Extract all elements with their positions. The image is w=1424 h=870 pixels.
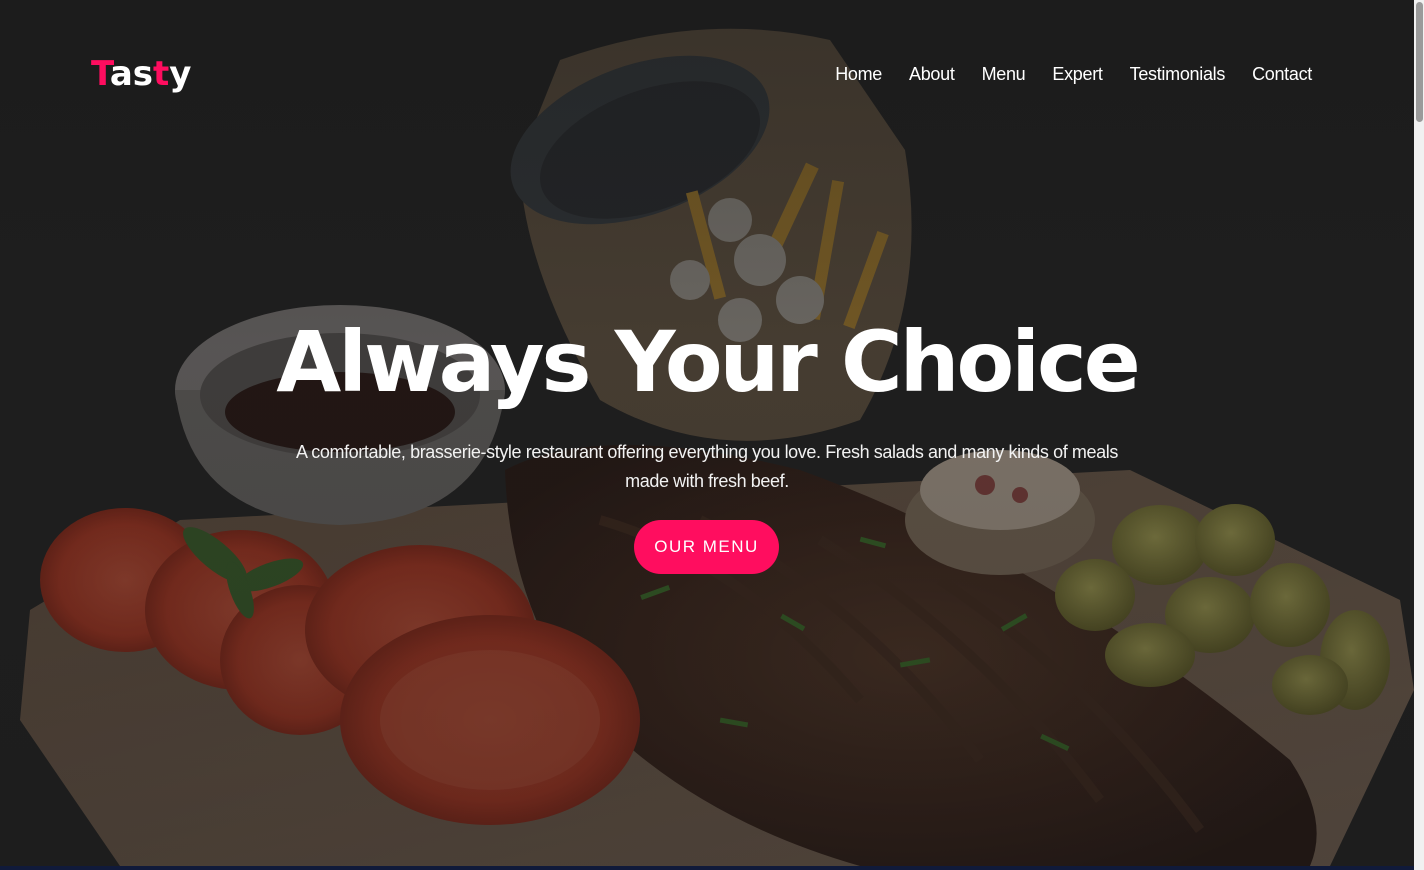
- scrollbar-thumb[interactable]: [1416, 2, 1423, 122]
- nav-item-menu[interactable]: Menu: [982, 64, 1026, 85]
- nav-item-expert[interactable]: Expert: [1052, 64, 1103, 85]
- logo-letter-t: T: [91, 54, 110, 94]
- our-menu-button[interactable]: OUR MENU: [634, 520, 779, 574]
- hero-section: Tasty Home About Menu Expert Testimonial…: [0, 0, 1414, 866]
- logo-letter-y: y: [169, 54, 192, 94]
- nav-item-testimonials[interactable]: Testimonials: [1130, 64, 1226, 85]
- nav-item-about[interactable]: About: [909, 64, 955, 85]
- main-nav: Home About Menu Expert Testimonials Cont…: [808, 64, 1312, 85]
- logo-letter-t2: t: [153, 54, 170, 94]
- logo-letters-as: as: [109, 54, 153, 94]
- hero-background-image: [0, 0, 1414, 866]
- hero-subtitle: A comfortable, brasserie-style restauran…: [296, 442, 1118, 491]
- nav-item-contact[interactable]: Contact: [1252, 64, 1312, 85]
- bottom-edge: [0, 866, 1414, 870]
- scrollbar-track[interactable]: [1414, 0, 1424, 870]
- hero-title: Always Your Choice: [276, 313, 1141, 411]
- site-logo[interactable]: Tasty: [91, 54, 191, 94]
- nav-item-home[interactable]: Home: [835, 64, 882, 85]
